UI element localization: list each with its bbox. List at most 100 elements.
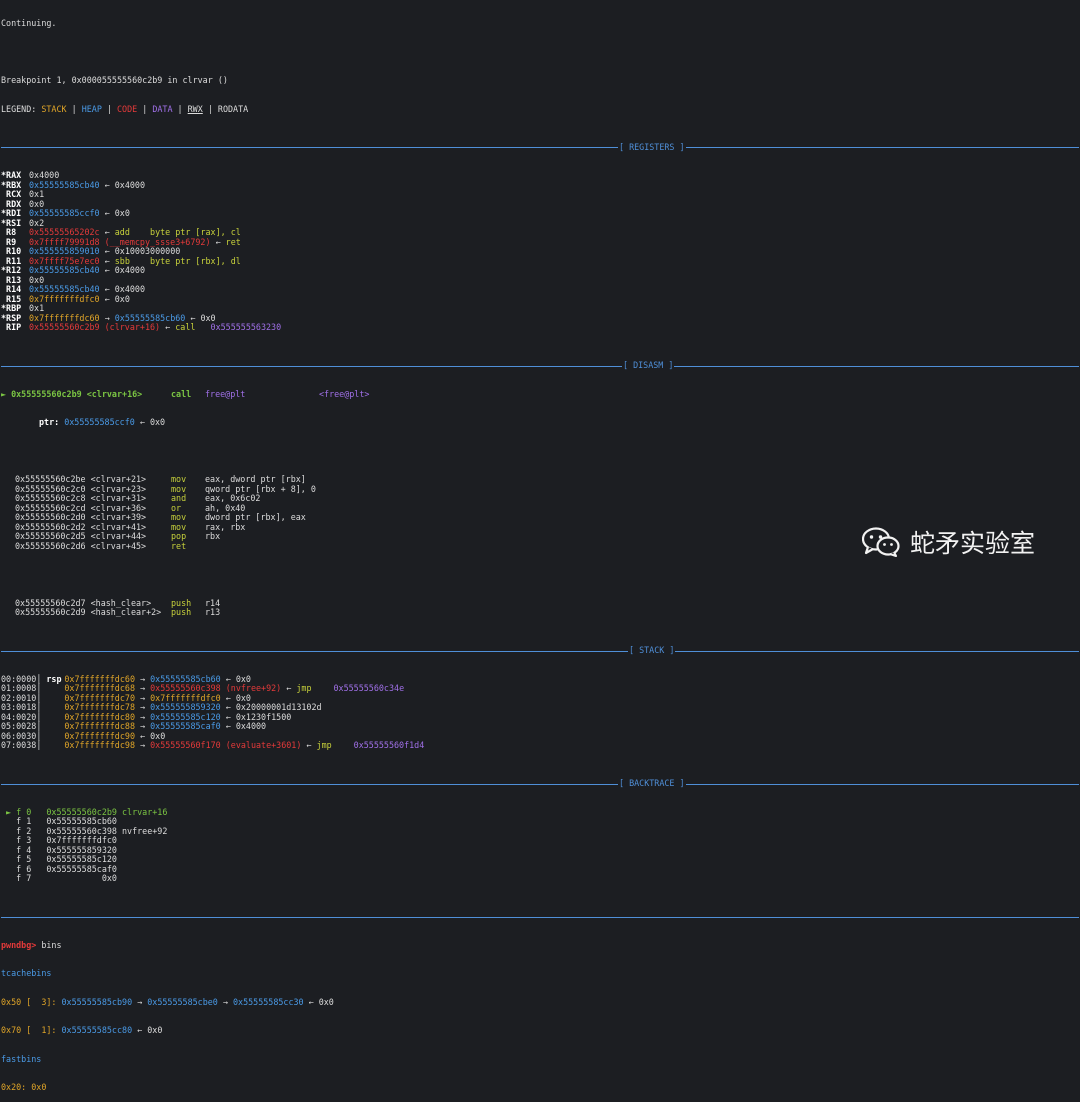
legend-sep: |: [137, 103, 153, 114]
stack-separator: │: [36, 692, 47, 703]
register-arrow: ←: [99, 179, 115, 190]
register-ref: 0x4000: [114, 179, 145, 190]
backtrace-frame: ► f 0 0x55555560c2b9 clrvar+16: [1, 806, 168, 817]
stack-index: 04:0020: [1, 711, 37, 722]
disasm-line: 0x55555560c2d7 <hash_clear> push r14: [1, 597, 1079, 609]
ptr-ref: ← 0x0: [134, 417, 166, 427]
fastbin-row: 0x20: 0x0: [1, 1082, 47, 1092]
stack-index: 02:0010: [1, 692, 37, 703]
legend-data: DATA: [152, 103, 173, 114]
register-value: 0x7fffffffdfc0: [29, 293, 100, 304]
stack-arrow: →: [134, 683, 151, 693]
prompt-line[interactable]: pwndbg> bins: [1, 940, 1079, 951]
disasm-address: 0x55555560c2d7 <hash_clear>: [15, 597, 152, 608]
register-arrow: ←: [99, 265, 115, 275]
stack-value: ← 0x1230f1500: [220, 711, 292, 722]
register-row: R14 0x55555585cb40 ← 0x4000: [1, 284, 1079, 295]
register-row: *RDI 0x55555585ccf0 ← 0x0: [1, 208, 1079, 219]
register-value: 0x55555585cb40: [29, 179, 100, 190]
register-value: 0x4000: [29, 170, 60, 180]
register-value: 0x1: [29, 303, 45, 313]
current-target: <free@plt>: [319, 388, 370, 399]
stack-index: 07:0038: [1, 740, 37, 750]
stack-value: ← 0x0: [134, 730, 166, 741]
stack-index: 00:0000: [1, 673, 37, 684]
register-ref: 0x0: [114, 293, 130, 304]
register-ref: 0x10003000000: [114, 246, 181, 256]
stack-arrow: →: [134, 721, 151, 731]
disasm-operand: r14: [205, 597, 221, 608]
disasm-line: 0x55555560c2be <clrvar+21> mov eax, dword …: [1, 474, 1079, 485]
tcache-size: 0x50 [ 3]:: [1, 996, 57, 1007]
backtrace-divider: [ BACKTRACE ]: [1, 778, 1079, 789]
backtrace-frame: f 3 0x7fffffffdfc0: [1, 835, 117, 845]
register-arrow: ←: [99, 227, 115, 237]
backtrace-frame: f 5 0x55555585c120: [1, 854, 117, 864]
legend-sep: |: [202, 103, 218, 114]
watermark: 蛇矛实验室: [862, 522, 1035, 562]
tcache-chunk: 0x55555585cb90: [61, 996, 133, 1007]
register-ref: 0x4000: [114, 284, 145, 294]
disasm-address: 0x55555560c2d2 <clrvar+41>: [15, 521, 147, 532]
register-value: 0x1: [29, 189, 45, 199]
stack-value: ← 0x20000001d13102d: [220, 702, 322, 712]
stack-address: 0x7fffffffdc70: [64, 692, 135, 703]
register-value: 0x55555585cb40: [29, 265, 100, 275]
disasm-address: 0x55555560c2d5 <clrvar+44>: [15, 531, 147, 541]
current-addr: 0x55555560c2b9 <clrvar+16>: [11, 388, 143, 399]
stack-address: 0x7fffffffdc78: [64, 702, 135, 712]
tcache-end: ← 0x0: [303, 996, 334, 1007]
disasm-mnemonic: push: [171, 607, 192, 617]
tcache-row: 0x50 [ 3]: 0x55555585cb90 → 0x55555585cb…: [1, 996, 334, 1007]
fastbins-title: fastbins: [1, 1053, 42, 1064]
disasm-address: 0x55555560c2c0 <clrvar+23>: [15, 483, 147, 494]
disasm-address: 0x55555560c2cd <clrvar+36>: [15, 502, 147, 513]
disasm-operand: rbx: [205, 531, 221, 541]
stack-separator: │: [36, 702, 47, 712]
register-arrow: ←: [210, 236, 226, 247]
stack-value: ← 0x4000: [220, 721, 267, 731]
current-operand: free@plt: [205, 388, 246, 399]
disasm-address: 0x55555560c2d0 <clrvar+39>: [15, 512, 147, 522]
register-arrow: ←: [185, 312, 201, 323]
disasm-current: ► 0x55555560c2b9 <clrvar+16> call free@plt…: [1, 388, 1079, 400]
register-ref: 0x0: [200, 312, 216, 323]
prompt-command[interactable]: bins: [36, 940, 61, 950]
register-value: 0x555555859010: [29, 246, 100, 256]
register-row: RDX 0x0: [1, 199, 1079, 210]
register-ref: 0x4000: [114, 265, 145, 275]
stack-arrow: →: [134, 702, 151, 712]
disasm-title: [ DISASM ]: [622, 360, 675, 371]
register-value: 0x7fffffffdc60: [29, 312, 100, 323]
stack-address: 0x7fffffffdc90: [64, 730, 135, 741]
disasm-operand: r13: [205, 607, 221, 617]
legend-rwx: RWX: [187, 103, 203, 114]
stack-value: ←: [281, 683, 297, 693]
ptr-line: ptr: 0x55555585ccf0 ← 0x0: [1, 417, 1079, 428]
legend-sep: |: [66, 103, 82, 114]
stack-title: [ STACK ]: [628, 645, 676, 656]
stack-tag: rsp: [46, 673, 62, 684]
stack-separator: │: [36, 711, 47, 722]
register-arrow: →: [99, 312, 115, 323]
tcache-chunk: 0x55555585cc80: [61, 1025, 133, 1035]
stack-arrow: →: [134, 711, 151, 722]
stack-pointee: 0x55555560c398 (nvfree+92): [150, 683, 282, 693]
disasm-line: 0x55555560c2cd <clrvar+36> or ah, 0x40: [1, 502, 1079, 514]
disasm-address: 0x55555560c2be <clrvar+21>: [15, 474, 147, 484]
ptr-label: ptr:: [39, 417, 65, 427]
register-row: RCX 0x1: [1, 189, 1079, 200]
register-value: 0x55555560c2b9 (clrvar+16): [29, 322, 161, 332]
stack-index: 06:0030: [1, 730, 37, 741]
backtrace-frame: f 7 0x0: [1, 873, 117, 883]
disasm-line: 0x55555560c2c8 <clrvar+31> and eax, 0x6c02: [1, 493, 1079, 504]
disasm-address: 0x55555560c2c8 <clrvar+31>: [15, 493, 147, 503]
stack-address: 0x7fffffffdc88: [64, 721, 135, 731]
register-instruction: add byte ptr [rax], cl: [114, 227, 241, 237]
ptr-value: 0x55555585ccf0: [64, 417, 135, 427]
tcache-size: 0x70 [ 1]:: [1, 1025, 57, 1035]
tcache-chunk: 0x55555585cbe0: [147, 996, 218, 1007]
disasm-mnemonic: ret: [171, 540, 187, 551]
legend-line: LEGEND: STACK | HEAP | CODE | DATA | RWX…: [1, 103, 1079, 115]
stack-address: 0x7fffffffdc98: [64, 740, 135, 750]
